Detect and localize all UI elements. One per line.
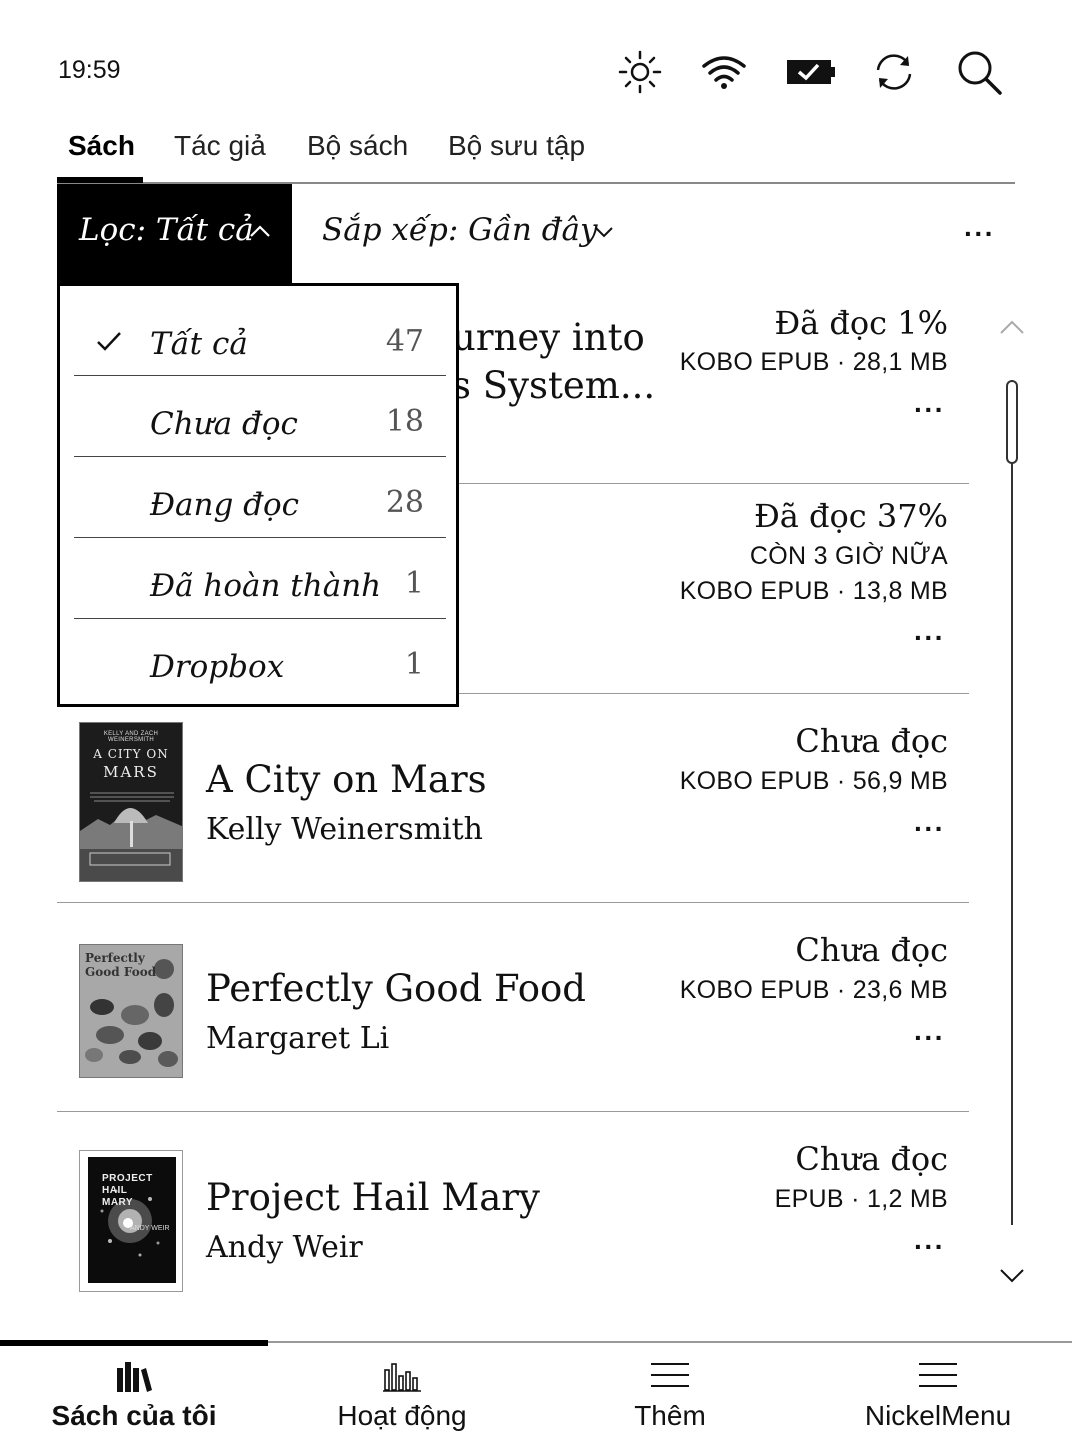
book-title[interactable]: A City on Mars bbox=[206, 758, 487, 801]
book-title-fragment[interactable]: s System... bbox=[452, 364, 655, 407]
cover-text: PROJECT bbox=[102, 1173, 153, 1184]
sort-button[interactable]: Sắp xếp: Gần đây bbox=[322, 212, 598, 248]
book-status: Đã đọc 1% bbox=[774, 304, 948, 342]
nav-nickelmenu[interactable]: NickelMenu bbox=[804, 1346, 1072, 1448]
book-status: Đã đọc 37% bbox=[753, 497, 948, 535]
book-meta: EPUB · 1,2 MB bbox=[774, 1185, 948, 1213]
active-tab-indicator bbox=[57, 177, 143, 183]
book-status: Chưa đọc bbox=[795, 1140, 948, 1178]
scrollbar-track[interactable] bbox=[1011, 380, 1013, 1225]
book-author: Kelly Weinersmith bbox=[206, 812, 484, 847]
cover-text: HAIL bbox=[102, 1185, 128, 1196]
filter-option-count: 1 bbox=[404, 647, 424, 682]
chevron-up-icon bbox=[250, 225, 270, 237]
book-meta: KOBO EPUB · 13,8 MB bbox=[679, 577, 948, 605]
book-meta: KOBO EPUB · 23,6 MB bbox=[679, 976, 948, 1004]
filter-option-count: 28 bbox=[385, 485, 424, 520]
book-cover[interactable]: Perfectly Good Food bbox=[79, 944, 183, 1078]
book-status: Chưa đọc bbox=[795, 931, 948, 969]
filter-option-label: Đã hoàn thành bbox=[150, 568, 382, 604]
book-more-button[interactable]: ··· bbox=[914, 1233, 945, 1261]
filter-dropdown: Tất cả 47 Chưa đọc 18 Đang đọc 28 Đã hoà… bbox=[57, 283, 459, 707]
book-more-button[interactable]: ··· bbox=[914, 396, 945, 424]
book-status: Chưa đọc bbox=[795, 722, 948, 760]
cover-text: MARY bbox=[102, 1197, 134, 1208]
scrollbar-thumb[interactable] bbox=[1006, 380, 1018, 464]
book-more-button[interactable]: ··· bbox=[914, 624, 945, 652]
tab-collections[interactable]: Bộ sưu tập bbox=[448, 130, 585, 162]
filter-option-count: 18 bbox=[385, 404, 424, 439]
menu-icon bbox=[651, 1363, 689, 1387]
book-author: Andy Weir bbox=[206, 1230, 363, 1265]
battery-icon[interactable] bbox=[784, 48, 836, 96]
nav-more[interactable]: Thêm bbox=[536, 1346, 804, 1448]
filter-option-dropbox[interactable]: Dropbox 1 bbox=[74, 619, 446, 700]
nav-label: Sách của tôi bbox=[51, 1400, 217, 1431]
filter-option-unread[interactable]: Chưa đọc 18 bbox=[74, 376, 446, 457]
sync-icon[interactable] bbox=[870, 48, 918, 96]
filter-option-count: 1 bbox=[404, 566, 424, 601]
nav-label: Thêm bbox=[634, 1400, 706, 1431]
filter-option-label: Chưa đọc bbox=[150, 406, 298, 442]
book-more-button[interactable]: ··· bbox=[914, 1024, 945, 1052]
filter-button[interactable]: Lọc: Tất cả bbox=[57, 184, 292, 284]
nav-activity[interactable]: Hoạt động bbox=[268, 1346, 536, 1448]
tab-authors[interactable]: Tác giả bbox=[174, 130, 266, 162]
filter-option-label: Dropbox bbox=[150, 649, 285, 685]
wifi-icon[interactable] bbox=[700, 48, 748, 96]
book-more-button[interactable]: ··· bbox=[914, 815, 945, 843]
book-cover[interactable]: PROJECT HAIL MARY ANDY WEIR bbox=[79, 1150, 183, 1292]
filter-label: Lọc: Tất cả bbox=[79, 212, 254, 248]
nav-label: Hoạt động bbox=[337, 1400, 467, 1431]
scroll-up-icon[interactable] bbox=[999, 318, 1025, 336]
menu-icon bbox=[919, 1363, 957, 1387]
book-time-left: CÒN 3 GIỜ NỮA bbox=[749, 542, 948, 570]
brightness-icon[interactable] bbox=[616, 48, 664, 96]
cover-text: MARS bbox=[103, 763, 159, 781]
book-title[interactable]: Project Hail Mary bbox=[206, 1176, 540, 1219]
clock: 19:59 bbox=[58, 56, 121, 84]
tab-books[interactable]: Sách bbox=[68, 130, 135, 162]
nav-label: NickelMenu bbox=[864, 1400, 1012, 1431]
filter-option-label: Đang đọc bbox=[150, 487, 300, 523]
nav-my-books[interactable]: Sách của tôi bbox=[0, 1346, 268, 1448]
filter-option-label: Tất cả bbox=[150, 326, 248, 362]
filter-option-all[interactable]: Tất cả 47 bbox=[74, 296, 446, 377]
row-divider bbox=[57, 902, 969, 903]
cover-text: Perfectly bbox=[85, 951, 145, 965]
chevron-down-icon[interactable] bbox=[594, 225, 614, 239]
checkmark-icon bbox=[97, 332, 121, 351]
book-title-fragment[interactable]: urney into bbox=[452, 316, 645, 359]
search-icon[interactable] bbox=[955, 48, 1003, 96]
filter-option-finished[interactable]: Đã hoàn thành 1 bbox=[74, 538, 446, 619]
filter-option-reading[interactable]: Đang đọc 28 bbox=[74, 457, 446, 538]
book-author: Margaret Li bbox=[206, 1021, 390, 1056]
books-icon bbox=[117, 1362, 152, 1392]
book-title[interactable]: Perfectly Good Food bbox=[206, 967, 586, 1010]
cover-text: ANDY WEIR bbox=[130, 1225, 170, 1232]
cover-text: A CITY ON bbox=[93, 747, 169, 761]
book-cover[interactable]: KELLY AND ZACH WEINERSMITH A CITY ON MAR… bbox=[79, 722, 183, 882]
cover-text: KELLY AND ZACH WEINERSMITH bbox=[103, 731, 159, 743]
tab-series[interactable]: Bộ sách bbox=[307, 130, 408, 162]
filter-option-count: 47 bbox=[385, 324, 424, 359]
more-options-button[interactable]: ··· bbox=[964, 220, 995, 248]
row-divider bbox=[57, 1111, 969, 1112]
activity-chart-icon bbox=[383, 1363, 421, 1392]
book-meta: KOBO EPUB · 56,9 MB bbox=[679, 767, 948, 795]
book-meta: KOBO EPUB · 28,1 MB bbox=[679, 348, 948, 376]
scroll-down-icon[interactable] bbox=[999, 1267, 1025, 1285]
cover-text: Good Food bbox=[85, 965, 157, 979]
